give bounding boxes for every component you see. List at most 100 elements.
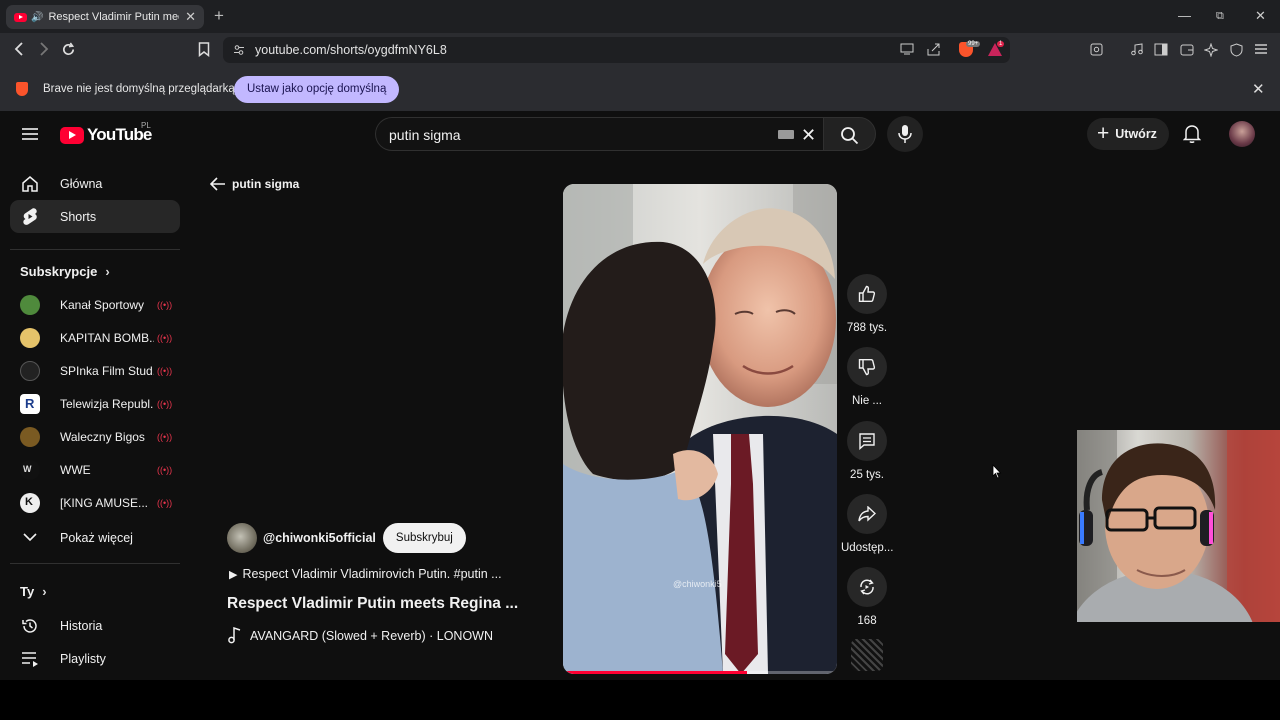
guide-menu-icon[interactable] (22, 127, 38, 141)
default-browser-infobar: Brave nie jest domyślną przeglądarką Ust… (0, 67, 1280, 111)
chevron-right-icon: › (42, 584, 47, 599)
chevron-down-icon (20, 528, 40, 548)
sidebar-toggle-icon[interactable] (1154, 43, 1168, 56)
channel-name: KAPITAN BOMB... (60, 330, 154, 345)
channel-handle[interactable]: @chiwonki5official (263, 531, 376, 545)
subscribe-button[interactable]: Subskrybuj (382, 523, 466, 553)
share-button[interactable]: Udostęp... (841, 494, 893, 554)
reader-mode-icon[interactable] (1090, 43, 1103, 56)
channel-avatar[interactable] (227, 523, 257, 553)
playlists-icon (20, 649, 40, 669)
search-icon (841, 127, 859, 145)
arrow-left-icon (210, 177, 225, 191)
wallet-icon[interactable] (1180, 43, 1194, 56)
create-label: Utwórz (1115, 127, 1157, 141)
vpn-icon[interactable] (1230, 43, 1243, 57)
like-button[interactable]: 788 tys. (841, 274, 893, 334)
short-title[interactable]: Respect Vladimir Putin meets Regina ... (227, 595, 537, 613)
voice-search-button[interactable] (887, 116, 923, 152)
search-input[interactable]: putin sigma (389, 127, 461, 143)
sidebar-item-label: Historia (60, 618, 103, 633)
clear-search-icon[interactable]: ✕ (801, 125, 816, 146)
restore-icon[interactable]: ⧉ (1216, 10, 1224, 23)
short-description[interactable]: ▶ Respect Vladimir Vladimirovich Putin. … (227, 567, 537, 581)
divider (10, 249, 180, 250)
media-icon[interactable] (1130, 43, 1144, 56)
keyboard-icon[interactable] (778, 130, 794, 139)
sidebar-item-subscription[interactable]: Waleczny Bigos ((•)) (10, 420, 180, 453)
address-toolbar: youtube.com/shorts/oygdfmNY6L8 99+ 1 (0, 33, 1280, 67)
comment-icon (859, 433, 875, 450)
speaker-icon[interactable]: 🔊 (31, 12, 43, 23)
channel-row: @chiwonki5official Subskrybuj (227, 523, 537, 553)
youtube-play-icon (60, 126, 84, 144)
infobar-close-icon[interactable]: ✕ (1252, 80, 1265, 98)
shorts-video-player[interactable]: @chiwonki5 (563, 184, 837, 674)
remix-button[interactable]: 168 (841, 567, 893, 627)
back-to-search-link[interactable]: putin sigma (210, 177, 299, 191)
sidebar-item-home[interactable]: Główna (10, 167, 180, 200)
forward-icon[interactable] (38, 42, 50, 56)
bookmark-icon[interactable] (198, 42, 210, 57)
subscriptions-heading[interactable]: Subskrypcje › (20, 264, 110, 279)
sidebar-item-subscription[interactable]: K [KING AMUSE... ((•)) (10, 486, 180, 519)
live-indicator-icon: ((•)) (157, 431, 173, 442)
close-window-icon[interactable]: ✕ (1255, 8, 1266, 24)
new-tab-icon[interactable]: + (214, 6, 224, 26)
music-row[interactable]: AVANGARD (Slowed + Reverb) · LONOWN (227, 627, 537, 644)
channel-name: [KING AMUSE... (60, 495, 149, 510)
sidebar-item-subscription[interactable]: Kanał Sportowy ((•)) (10, 288, 180, 321)
share-page-icon[interactable] (927, 43, 941, 56)
video-frame-image (563, 184, 837, 674)
notifications-bell-icon[interactable] (1183, 124, 1201, 144)
dislike-button[interactable]: Nie ... (841, 347, 893, 407)
sidebar-item-playlists[interactable]: Playlisty (10, 642, 180, 675)
leo-ai-icon[interactable] (1204, 43, 1218, 57)
create-button[interactable]: + Utwórz (1087, 118, 1169, 150)
show-more-button[interactable]: Pokaż więcej (10, 521, 180, 554)
minimize-icon[interactable]: — (1178, 8, 1191, 23)
search-box[interactable]: putin sigma ✕ (375, 117, 824, 151)
sidebar-item-history[interactable]: Historia (10, 609, 180, 642)
remix-count: 168 (857, 615, 877, 627)
back-icon[interactable] (13, 42, 25, 56)
sidebar-item-subscription[interactable]: SPInka Film Stud... ((•)) (10, 354, 180, 387)
brave-logo-icon (16, 82, 28, 96)
site-settings-icon[interactable] (233, 44, 245, 56)
channel-avatar (20, 294, 40, 315)
sidebar-item-subscription[interactable]: W WWE ((•)) (10, 453, 180, 486)
close-tab-icon[interactable]: ✕ (185, 9, 196, 25)
channel-avatar (20, 327, 40, 348)
url-bar[interactable]: youtube.com/shorts/oygdfmNY6L8 99+ 1 (223, 37, 1010, 63)
channel-avatar: K (20, 492, 40, 513)
short-metadata: @chiwonki5official Subskrybuj ▶ Respect … (227, 523, 537, 644)
you-heading[interactable]: Ty › (20, 584, 47, 599)
like-count: 788 tys. (846, 322, 888, 334)
show-more-label: Pokaż więcej (60, 530, 133, 545)
account-avatar[interactable] (1229, 121, 1255, 147)
set-default-button[interactable]: Ustaw jako opcję domyślną (234, 76, 400, 103)
plus-icon: + (1097, 122, 1110, 145)
comments-button[interactable]: 25 tys. (841, 421, 893, 481)
divider (10, 563, 180, 564)
music-label: AVANGARD (Slowed + Reverb) · LONOWN (250, 628, 493, 643)
cast-icon[interactable] (900, 43, 914, 55)
channel-name: SPInka Film Stud... (60, 363, 154, 378)
mouse-cursor-icon (992, 464, 1002, 479)
sidebar-item-subscription[interactable]: KAPITAN BOMB... ((•)) (10, 321, 180, 354)
search-button[interactable] (823, 117, 876, 151)
menu-icon[interactable] (1254, 43, 1268, 55)
sidebar-item-label: Główna (60, 176, 103, 191)
url-text: youtube.com/shorts/oygdfmNY6L8 (255, 43, 447, 57)
sidebar-item-shorts[interactable]: Shorts (10, 200, 180, 233)
channel-avatar (20, 360, 40, 381)
sidebar-item-subscription[interactable]: R Telewizja Republ... ((•)) (10, 387, 180, 420)
rewards-badge: 1 (997, 41, 1005, 47)
youtube-logo[interactable]: YouTube PL (60, 121, 152, 145)
live-indicator-icon: ((•)) (157, 497, 173, 508)
sound-thumbnail[interactable] (851, 639, 883, 671)
sidebar-item-label: Shorts (60, 209, 97, 224)
video-progress-bar[interactable] (563, 671, 837, 674)
browser-tab[interactable]: 🔊 Respect Vladimir Putin meets ✕ (6, 5, 204, 29)
reload-icon[interactable] (61, 42, 76, 57)
